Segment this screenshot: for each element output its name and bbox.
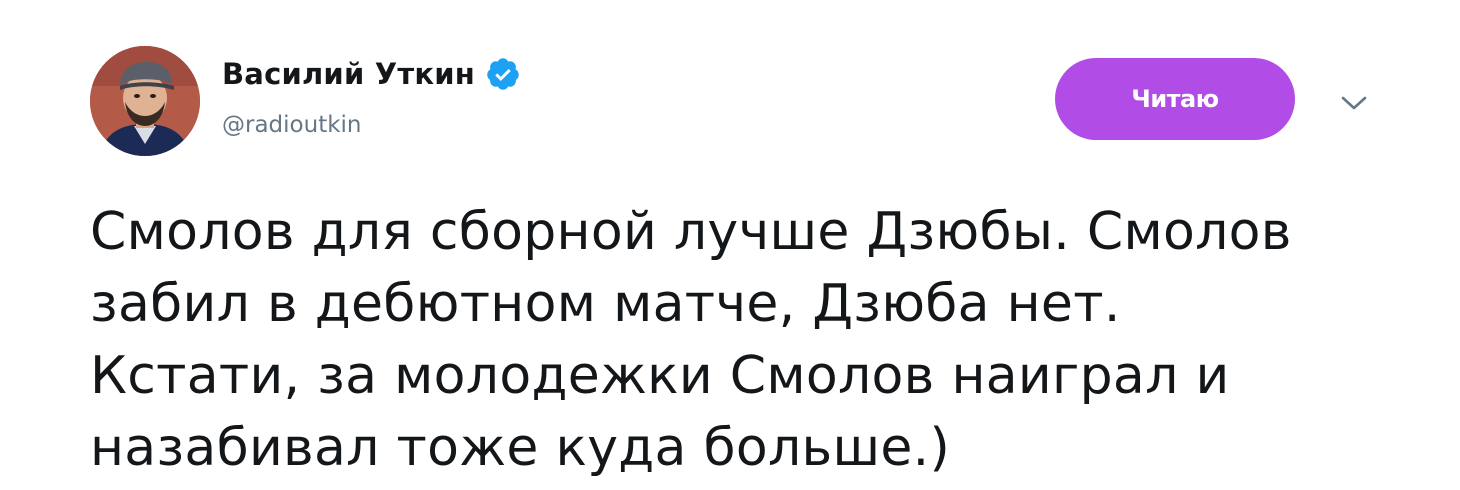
tweet-text-line: забил в дебютном матче, Дзюба нет. <box>90 274 1121 334</box>
tweet-menu-button[interactable] <box>1336 88 1372 118</box>
tweet-text: Смолов для сборной лучше Дзюбы. Смолов з… <box>90 196 1420 484</box>
author-handle[interactable]: @radioutkin <box>222 112 362 138</box>
verified-badge-icon <box>485 56 521 92</box>
author-avatar[interactable] <box>90 46 200 156</box>
tweet-text-line: Смолов для сборной лучше Дзюбы. Смолов <box>90 202 1292 262</box>
author-name[interactable]: Василий Уткин <box>222 57 475 91</box>
tweet-text-line: назабивал тоже куда больше.) <box>90 418 951 478</box>
avatar-portrait-icon <box>90 46 200 156</box>
author-name-row[interactable]: Василий Уткин <box>222 52 521 96</box>
following-button[interactable]: Читаю <box>1055 58 1295 140</box>
tweet-card: Василий Уткин @radioutkin Читаю Смолов д… <box>0 0 1460 490</box>
tweet-text-line: Кстати, за молодежки Смолов наиграл и <box>90 346 1230 406</box>
chevron-down-icon <box>1341 96 1367 110</box>
